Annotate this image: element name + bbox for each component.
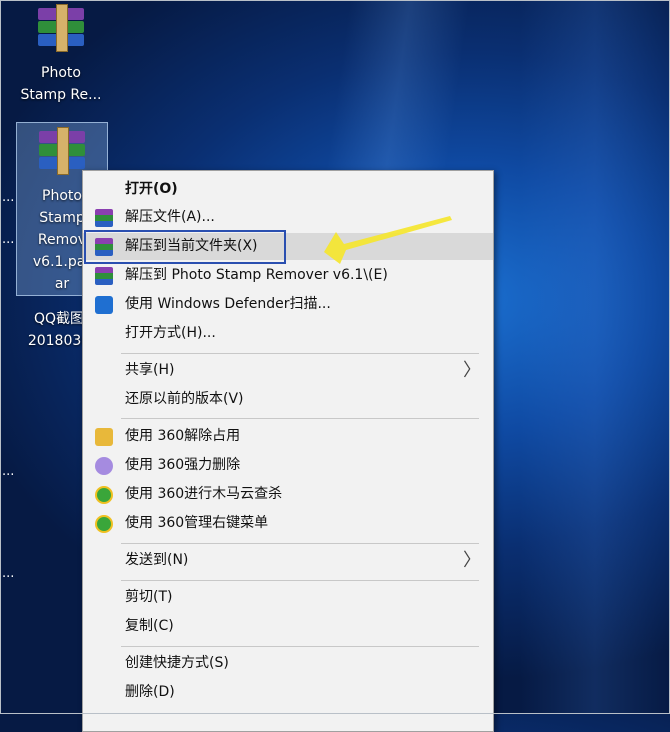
360-menu-icon (95, 515, 113, 533)
annotation-arrow-icon (324, 216, 452, 264)
winrar-icon (95, 209, 113, 227)
winrar-icon (95, 267, 113, 285)
menu-item-create-shortcut[interactable]: 创建快捷方式(S) (83, 650, 493, 677)
menu-item-360-unlock[interactable]: 使用 360解除占用 (83, 423, 493, 450)
truncated-label: ... (2, 232, 15, 247)
menu-item-defender-scan[interactable]: 使用 Windows Defender扫描... (83, 291, 493, 318)
winrar-archive-icon (35, 127, 89, 181)
defender-shield-icon (95, 296, 113, 314)
menu-item-label: 删除(D) (125, 684, 175, 700)
menu-item-copy[interactable]: 复制(C) (83, 613, 493, 640)
truncated-label: ... (2, 190, 15, 205)
menu-item-label: 使用 360解除占用 (125, 428, 241, 444)
menu-item-cut[interactable]: 剪切(T) (83, 584, 493, 611)
menu-separator (121, 646, 479, 647)
chevron-right-icon: 〉 (463, 360, 481, 381)
360-unlock-folder-icon (95, 428, 113, 446)
menu-item-label: 共享(H) (125, 362, 175, 378)
desktop-icon-photo-stamp-remover[interactable]: Photo Stamp Re... (16, 4, 106, 108)
menu-item-label: 使用 360强力删除 (125, 457, 241, 473)
360-delete-icon (95, 457, 113, 475)
menu-item-label: 复制(C) (125, 618, 174, 634)
menu-item-360-force-delete[interactable]: 使用 360强力删除 (83, 452, 493, 479)
menu-item-label: 解压文件(A)... (125, 209, 215, 225)
truncated-label: ... (2, 464, 15, 479)
menu-separator (121, 353, 479, 354)
menu-item-360-manage-menu[interactable]: 使用 360管理右键菜单 (83, 510, 493, 537)
menu-item-label: 还原以前的版本(V) (125, 391, 244, 407)
menu-item-label: 打开方式(H)... (125, 325, 216, 341)
menu-item-delete[interactable]: 删除(D) (83, 679, 493, 706)
menu-item-label: 打开(O) (125, 181, 178, 197)
menu-item-open[interactable]: 打开(O) (83, 176, 493, 203)
menu-item-label: 发送到(N) (125, 552, 189, 568)
annotation-highlight-box (84, 230, 286, 264)
menu-separator (121, 580, 479, 581)
menu-separator (121, 543, 479, 544)
360-scan-icon (95, 486, 113, 504)
menu-item-360-trojan-scan[interactable]: 使用 360进行木马云查杀 (83, 481, 493, 508)
desktop-icon-label-line1: Photo (41, 65, 81, 81)
menu-item-send-to[interactable]: 发送到(N) 〉 (83, 547, 493, 574)
menu-item-restore-versions[interactable]: 还原以前的版本(V) (83, 386, 493, 413)
chevron-right-icon: 〉 (463, 550, 481, 571)
menu-item-label: 创建快捷方式(S) (125, 655, 229, 671)
menu-item-label: 使用 360进行木马云查杀 (125, 486, 283, 502)
menu-separator (121, 418, 479, 419)
menu-item-label: 使用 360管理右键菜单 (125, 515, 269, 531)
menu-item-share[interactable]: 共享(H) 〉 (83, 357, 493, 384)
menu-item-open-with[interactable]: 打开方式(H)... (83, 320, 493, 347)
desktop-icon-label-line2: Stamp Re... (20, 87, 102, 103)
winrar-archive-icon (34, 4, 88, 58)
menu-item-label: 剪切(T) (125, 589, 173, 605)
menu-item-label: 使用 Windows Defender扫描... (125, 296, 331, 312)
truncated-label: ... (2, 566, 15, 581)
